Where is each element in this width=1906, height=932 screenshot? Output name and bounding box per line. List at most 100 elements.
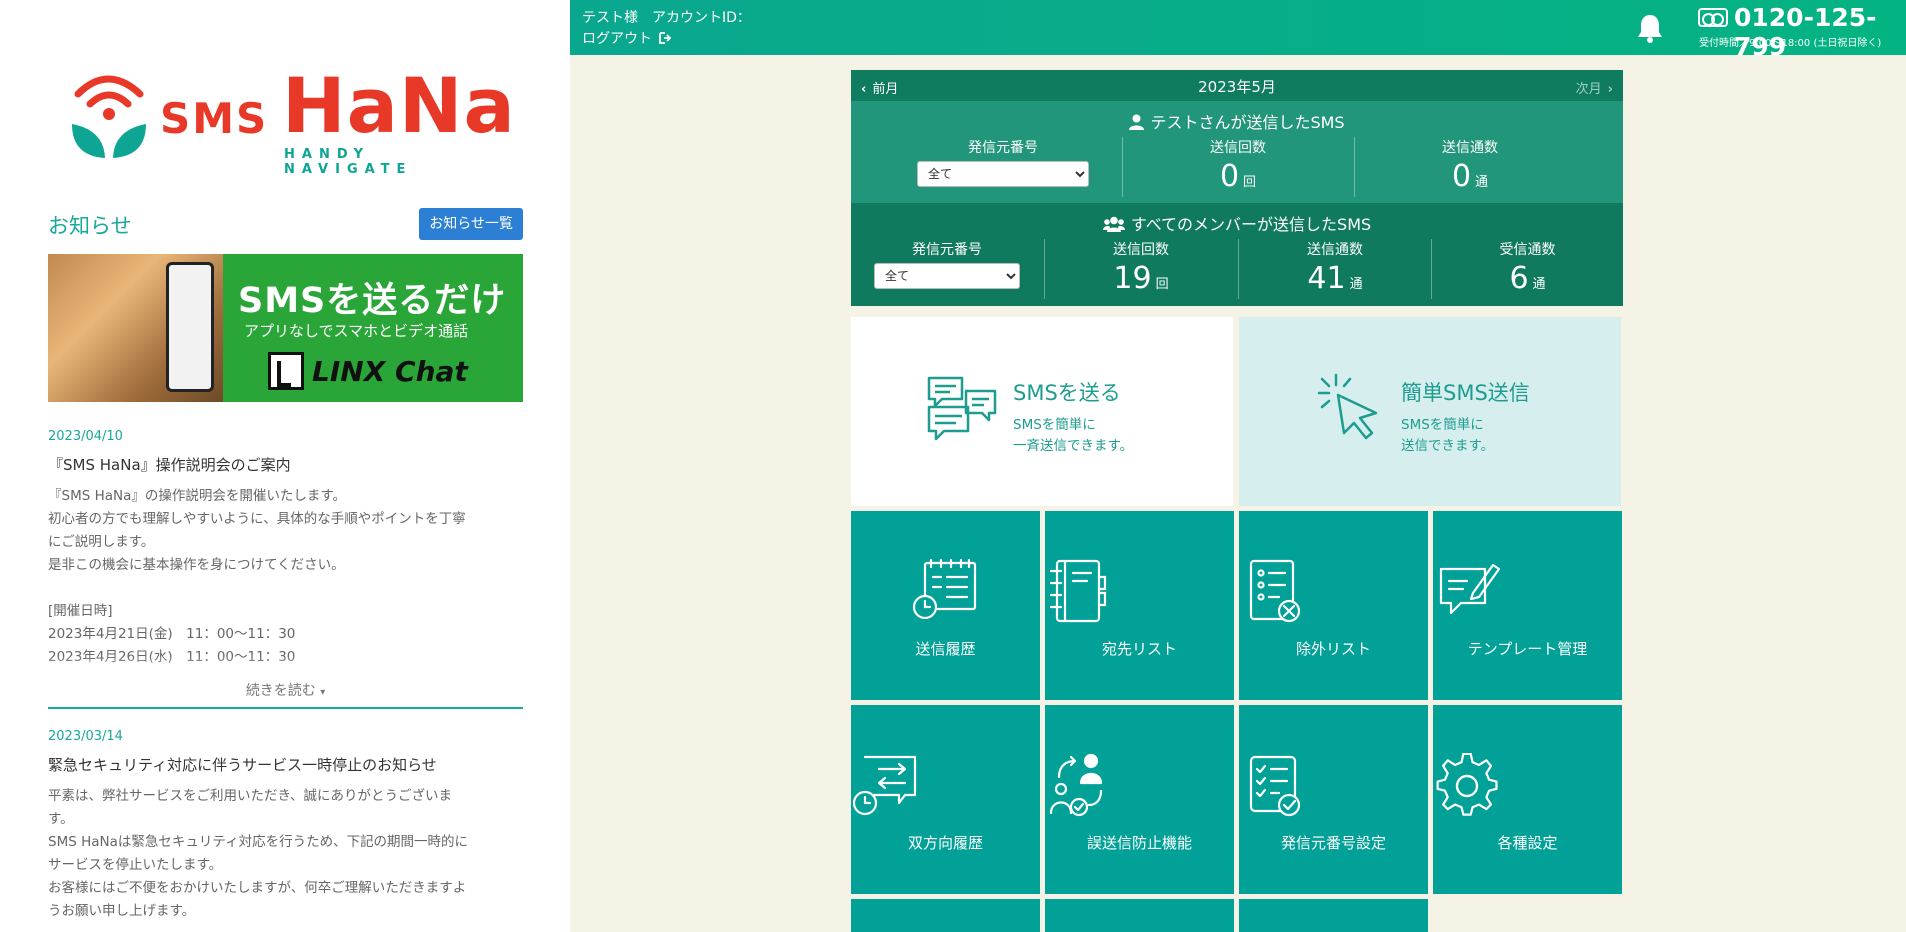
all-msgs-count: 41 通: [1239, 261, 1431, 296]
post-line: 2023年4月21日(金) 11：00〜11：30: [48, 626, 296, 642]
all-msgs-value: 41: [1307, 261, 1346, 296]
post-body: 平素は、弊社サービスをご利用いただき、誠にありがとうございま す。 SMS Ha…: [48, 785, 523, 923]
banner-brand: LINX Chat: [312, 354, 468, 388]
news-divider: [48, 707, 523, 709]
menu-tile-two-way-history[interactable]: 双方向履歴: [851, 705, 1040, 894]
current-month: 2023年5月: [1198, 78, 1276, 96]
post-line: 『SMS HaNa』の操作説明会を開催いたします。: [48, 488, 347, 504]
user-info: テスト様 アカウントID：: [582, 10, 751, 26]
menu-tile-label: 宛先リスト: [1101, 640, 1177, 658]
linx-chat-banner[interactable]: SMSを送るだけ アプリなしでスマホとビデオ通話 LINX Chat: [48, 254, 523, 402]
post-line: サービスを停止いたします。: [48, 857, 223, 873]
logo-sms-text: SMS: [160, 94, 269, 143]
menu-tile-label: 送信履歴: [915, 640, 976, 658]
exclude-list-icon: [1249, 559, 1301, 623]
menu-tile-label: 除外リスト: [1295, 640, 1371, 658]
all-sms-title-text: すべてのメンバーが送信したSMS: [1130, 215, 1372, 234]
logo-hana-text: HaNa: [282, 61, 516, 150]
menu-tile[interactable]: [851, 899, 1040, 932]
template-icon: [1439, 563, 1501, 615]
menu-tile-prevention[interactable]: 誤送信防止機能: [1045, 705, 1234, 894]
logout-label: ログアウト: [582, 31, 652, 47]
my-sends-col: 送信回数 0回: [1123, 137, 1353, 194]
easy-sms-desc: SMSを簡単に 送信できます。: [1401, 415, 1494, 457]
linx-chat-logo: LINX Chat: [268, 350, 468, 392]
all-sender-col: 発信元番号 全て: [874, 239, 1020, 289]
easy-sms-desc-1: SMSを簡単に: [1401, 417, 1484, 433]
all-sends-count: 19 回: [1045, 261, 1237, 296]
calendar-bar: ‹ 前月 2023年5月 次月 ›: [851, 70, 1623, 101]
cursor-click-icon: [1317, 373, 1378, 440]
post-line: にご説明します。: [48, 534, 155, 550]
send-sms-title: SMSを送る: [1013, 381, 1121, 405]
post-line: 2023年4月26日(水) 11：00〜11：30: [48, 649, 296, 665]
my-sms-title: テストさんが送信したSMS: [851, 109, 1623, 133]
easy-sms-tile[interactable]: 簡単SMS送信 SMSを簡単に 送信できます。: [1239, 317, 1621, 506]
all-sms-stats: すべてのメンバーが送信したSMS 発信元番号 全て 送信回数 19 回 送信通数 …: [851, 203, 1623, 306]
user-icon: [1129, 114, 1145, 130]
menu-tile-exclude-list[interactable]: 除外リスト: [1239, 511, 1428, 700]
post-title[interactable]: 『SMS HaNa』操作説明会のご案内: [48, 454, 523, 475]
business-hours: 受付時間／9:00〜18:00 (土日祝日除く): [1699, 38, 1882, 49]
menu-tile-address-list[interactable]: 宛先リスト: [1045, 511, 1234, 700]
menu-tile-label: テンプレート管理: [1467, 640, 1588, 658]
all-msgs-col: 送信通数 41 通: [1239, 239, 1431, 296]
sidebar: SMS HaNa HANDY NAVIGATE お知らせ お知らせ一覧 SMSを…: [0, 0, 570, 932]
post-line: 是非この機会に基本操作を身につけてください。: [48, 557, 345, 573]
news-post: 2023/04/10 『SMS HaNa』操作説明会のご案内 『SMS HaNa…: [48, 429, 523, 685]
all-recv-unit: 通: [1532, 277, 1546, 292]
post-line: 初心者の方でも理解しやすいように、具体的な手順やポイントを丁寧: [48, 511, 466, 527]
logo-tagline: HANDY NAVIGATE: [284, 147, 413, 177]
menu-tile-settings[interactable]: 各種設定: [1433, 705, 1622, 894]
my-sends-value: 0: [1219, 159, 1240, 194]
all-sends-label: 送信回数: [1113, 242, 1169, 258]
my-sends-label: 送信回数: [1210, 140, 1266, 156]
all-recv-label: 受信通数: [1499, 242, 1556, 258]
all-sends-unit: 回: [1155, 277, 1169, 292]
read-more-link[interactable]: 続きを読む ▾: [48, 680, 523, 700]
my-sender-select[interactable]: 全て: [917, 161, 1089, 187]
sms-stats-panel: ‹ 前月 2023年5月 次月 › テストさんが送信したSMS 発信元番号 全て 送…: [851, 70, 1623, 306]
users-icon: [1102, 216, 1125, 232]
my-sends-count: 0回: [1123, 159, 1353, 194]
post-date: 2023/04/10: [48, 429, 123, 444]
logout-link[interactable]: ログアウト: [582, 28, 672, 48]
news-title: お知らせ: [48, 214, 132, 238]
next-month-button[interactable]: 次月 ›: [1576, 78, 1613, 97]
phone-number[interactable]: 0120-125-799: [1734, 3, 1906, 61]
top-header: テスト様 アカウントID： ログアウト 0120-125-799 受付時間／9:…: [570, 0, 1906, 61]
linx-logo-icon: [268, 352, 304, 390]
post-line: [開催日時]: [48, 603, 113, 619]
my-sms-title-text: テストさんが送信したSMS: [1150, 113, 1345, 132]
my-msgs-col: 送信通数 0通: [1355, 137, 1585, 194]
menu-tile-label: 各種設定: [1497, 834, 1558, 852]
read-more-label: 続きを読む: [245, 683, 316, 699]
send-sms-desc-2: 一斉送信できます。: [1013, 438, 1134, 454]
prevention-icon: [1049, 753, 1103, 817]
post-line: SMS HaNaは緊急セキュリティ対応を行うため、下記の期間一時的に: [48, 834, 469, 850]
my-msgs-label: 送信通数: [1442, 140, 1498, 156]
menu-tile[interactable]: [1045, 899, 1234, 932]
menu-tile-history[interactable]: 送信履歴: [851, 511, 1040, 700]
all-msgs-unit: 通: [1349, 277, 1363, 292]
my-msgs-count: 0通: [1355, 159, 1585, 194]
all-sender-label: 発信元番号: [912, 242, 982, 258]
bell-icon[interactable]: [1636, 12, 1664, 44]
all-sender-select[interactable]: 全て: [874, 263, 1020, 289]
send-sms-desc: SMSを簡単に 一斉送信できます。: [1013, 415, 1133, 457]
post-title[interactable]: 緊急セキュリティ対応に伴うサービス一時停止のお知らせ: [48, 754, 523, 775]
easy-sms-desc-2: 送信できます。: [1401, 438, 1495, 454]
address-book-icon: [1049, 559, 1107, 623]
news-post: 2023/03/14 緊急セキュリティ対応に伴うサービス一時停止のお知らせ 平素…: [48, 729, 523, 923]
my-sender-col: 発信元番号 全て: [917, 137, 1089, 187]
menu-tile-template[interactable]: テンプレート管理: [1433, 511, 1622, 700]
my-sends-unit: 回: [1243, 175, 1257, 190]
all-sends-value: 19: [1113, 261, 1152, 296]
menu-tile-sender-setting[interactable]: 発信元番号設定: [1239, 705, 1428, 894]
menu-tile-label: 誤送信防止機能: [1086, 834, 1192, 852]
menu-tile[interactable]: [1239, 899, 1428, 932]
logo[interactable]: SMS HaNa HANDY NAVIGATE: [70, 68, 515, 177]
send-sms-tile[interactable]: SMSを送る SMSを簡単に 一斉送信できます。: [851, 317, 1233, 506]
two-way-history-icon: [852, 755, 917, 816]
news-list-button[interactable]: お知らせ一覧: [419, 208, 523, 240]
